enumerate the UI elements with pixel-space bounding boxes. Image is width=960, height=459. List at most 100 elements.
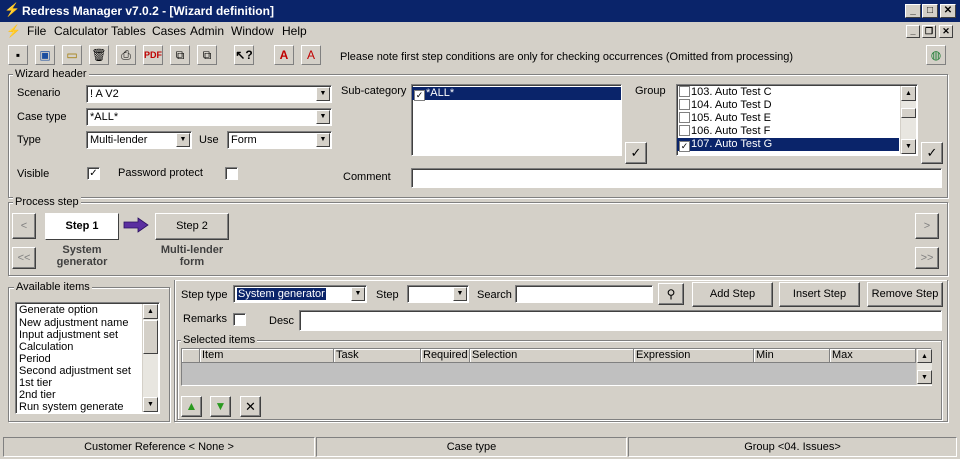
available-items-list[interactable]: Generate option New adjustment name Inpu… bbox=[15, 302, 160, 414]
step-2-caption-line1: Multi-lender bbox=[160, 244, 224, 256]
minimize-icon[interactable]: _ bbox=[905, 4, 921, 18]
col-expression[interactable]: Expression bbox=[634, 349, 754, 363]
group-item[interactable]: ✓ 107. Auto Test G bbox=[677, 138, 899, 152]
close-icon[interactable]: ✕ bbox=[940, 4, 956, 18]
step-1-button[interactable]: Step 1 bbox=[45, 213, 119, 240]
chevron-down-icon[interactable]: ▼ bbox=[351, 287, 365, 301]
menu-file[interactable]: File bbox=[27, 24, 46, 38]
visible-checkbox[interactable]: ✓ bbox=[87, 167, 100, 180]
list-item[interactable]: 1st tier bbox=[17, 377, 159, 389]
list-item[interactable]: Period bbox=[17, 353, 159, 365]
arrow-right-icon bbox=[123, 217, 149, 233]
list-item[interactable]: Run system generate bbox=[17, 401, 159, 413]
add-step-button[interactable]: Add Step bbox=[692, 282, 773, 307]
col-item[interactable]: Item bbox=[200, 349, 334, 363]
col-max[interactable]: Max bbox=[830, 349, 916, 363]
group-list[interactable]: 103. Auto Test C 104. Auto Test D 105. A… bbox=[676, 84, 918, 156]
maximize-icon[interactable]: □ bbox=[922, 4, 938, 18]
use-dropdown[interactable]: Form ▼ bbox=[227, 131, 332, 149]
col-selection[interactable]: Selection bbox=[470, 349, 634, 363]
context-help-icon[interactable]: ↖? bbox=[234, 45, 254, 65]
list-item[interactable]: Input adjustment set bbox=[17, 329, 159, 341]
desc-field[interactable] bbox=[299, 310, 942, 331]
chevron-down-icon[interactable]: ▼ bbox=[316, 87, 330, 101]
font-increase-icon[interactable]: A bbox=[274, 45, 294, 65]
font-decrease-icon[interactable]: A bbox=[301, 45, 321, 65]
delete-item-icon[interactable]: ✕ bbox=[240, 396, 261, 417]
prev-step-button[interactable]: < bbox=[12, 213, 36, 239]
menu-admin[interactable]: Admin bbox=[190, 24, 224, 38]
group-item[interactable]: 103. Auto Test C bbox=[677, 86, 917, 99]
move-down-icon[interactable]: ▼ bbox=[210, 396, 231, 417]
list-item[interactable]: Calculation bbox=[17, 341, 159, 353]
chevron-down-icon[interactable]: ▼ bbox=[176, 133, 190, 147]
group-item[interactable]: 104. Auto Test D bbox=[677, 99, 917, 112]
col-required[interactable]: Required bbox=[421, 349, 470, 363]
first-step-button[interactable]: << bbox=[12, 247, 36, 269]
type-dropdown[interactable]: Multi-lender ▼ bbox=[86, 131, 192, 149]
step-type-dropdown[interactable]: System generator ▼ bbox=[233, 285, 367, 303]
menu-help[interactable]: Help bbox=[282, 24, 307, 38]
scroll-up-icon[interactable]: ▲ bbox=[901, 86, 916, 101]
list-item[interactable]: Second adjustment set bbox=[17, 365, 159, 377]
mdi-close-icon[interactable]: ✕ bbox=[939, 25, 953, 38]
mdi-minimize-icon[interactable]: _ bbox=[906, 25, 920, 38]
case-type-dropdown[interactable]: *ALL* ▼ bbox=[86, 108, 332, 126]
list-item[interactable]: 2nd tier bbox=[17, 389, 159, 401]
subcategory-apply-button[interactable]: ✓ bbox=[625, 142, 647, 164]
step-2-button[interactable]: Step 2 bbox=[155, 213, 229, 240]
use-label: Use bbox=[199, 134, 219, 146]
scroll-thumb[interactable] bbox=[143, 320, 158, 354]
remove-step-button[interactable]: Remove Step bbox=[867, 282, 943, 307]
scroll-down-icon[interactable]: ▼ bbox=[143, 397, 158, 412]
save-icon[interactable]: ▪ bbox=[8, 45, 28, 65]
remarks-checkbox[interactable] bbox=[233, 313, 246, 326]
group-scrollbar[interactable]: ▲ ▼ bbox=[900, 86, 916, 154]
menu-cases[interactable]: Cases bbox=[152, 24, 186, 38]
selected-items-grid[interactable]: Item Task Required Selection Expression … bbox=[181, 348, 932, 386]
chevron-down-icon[interactable]: ▼ bbox=[316, 133, 330, 147]
scroll-down-icon[interactable]: ▼ bbox=[917, 370, 932, 384]
col-task[interactable]: Task bbox=[334, 349, 421, 363]
scroll-thumb[interactable] bbox=[901, 108, 916, 118]
scroll-up-icon[interactable]: ▲ bbox=[143, 304, 158, 319]
duplicate-icon[interactable]: ⧉ bbox=[197, 45, 217, 65]
group-item[interactable]: 106. Auto Test F bbox=[677, 125, 917, 138]
delete-icon[interactable]: 🗑 bbox=[89, 45, 109, 65]
scenario-dropdown[interactable]: ! A V2 ▼ bbox=[86, 85, 332, 103]
save-as-icon[interactable]: ▣ bbox=[35, 45, 55, 65]
binoculars-icon[interactable]: ⚲ bbox=[658, 283, 684, 305]
globe-icon[interactable]: ◍ bbox=[926, 45, 946, 65]
group-item[interactable]: 105. Auto Test E bbox=[677, 112, 917, 125]
copy-icon[interactable]: ⧉ bbox=[170, 45, 190, 65]
menu-calculator[interactable]: Calculator bbox=[54, 24, 108, 38]
last-step-button[interactable]: >> bbox=[915, 247, 939, 269]
move-up-icon[interactable]: ▲ bbox=[181, 396, 202, 417]
scroll-down-icon[interactable]: ▼ bbox=[901, 139, 916, 154]
search-input[interactable] bbox=[515, 285, 653, 303]
menu-window[interactable]: Window bbox=[231, 24, 274, 38]
next-step-button[interactable]: > bbox=[915, 213, 939, 239]
chevron-down-icon[interactable]: ▼ bbox=[453, 287, 467, 301]
print-icon[interactable]: ⎙ bbox=[116, 45, 136, 65]
subcategory-item[interactable]: ✓ *ALL* bbox=[412, 87, 621, 101]
list-item[interactable]: Generate option bbox=[17, 304, 159, 317]
insert-step-button[interactable]: Insert Step bbox=[779, 282, 860, 307]
list-item[interactable]: New adjustment name bbox=[17, 317, 159, 329]
available-items-scrollbar[interactable]: ▲ ▼ bbox=[142, 304, 158, 412]
password-protect-checkbox[interactable] bbox=[225, 167, 238, 180]
step-dropdown[interactable]: ▼ bbox=[407, 285, 469, 303]
comment-field[interactable] bbox=[411, 168, 942, 188]
subcategory-list[interactable]: ✓ *ALL* bbox=[411, 84, 622, 156]
open-folder-icon[interactable]: ▭ bbox=[62, 45, 82, 65]
col-min[interactable]: Min bbox=[754, 349, 830, 363]
menu-tables[interactable]: Tables bbox=[111, 24, 146, 38]
grid-scrollbar[interactable]: ▲ ▼ bbox=[916, 349, 932, 385]
chevron-down-icon[interactable]: ▼ bbox=[316, 110, 330, 124]
scroll-up-icon[interactable]: ▲ bbox=[917, 349, 932, 363]
group-apply-button[interactable]: ✓ bbox=[921, 142, 943, 164]
mdi-restore-icon[interactable]: ❐ bbox=[922, 25, 936, 38]
pdf-icon[interactable]: PDF bbox=[143, 45, 163, 65]
process-step-group bbox=[8, 202, 948, 276]
status-customer-ref: Customer Reference < None > bbox=[3, 437, 315, 457]
